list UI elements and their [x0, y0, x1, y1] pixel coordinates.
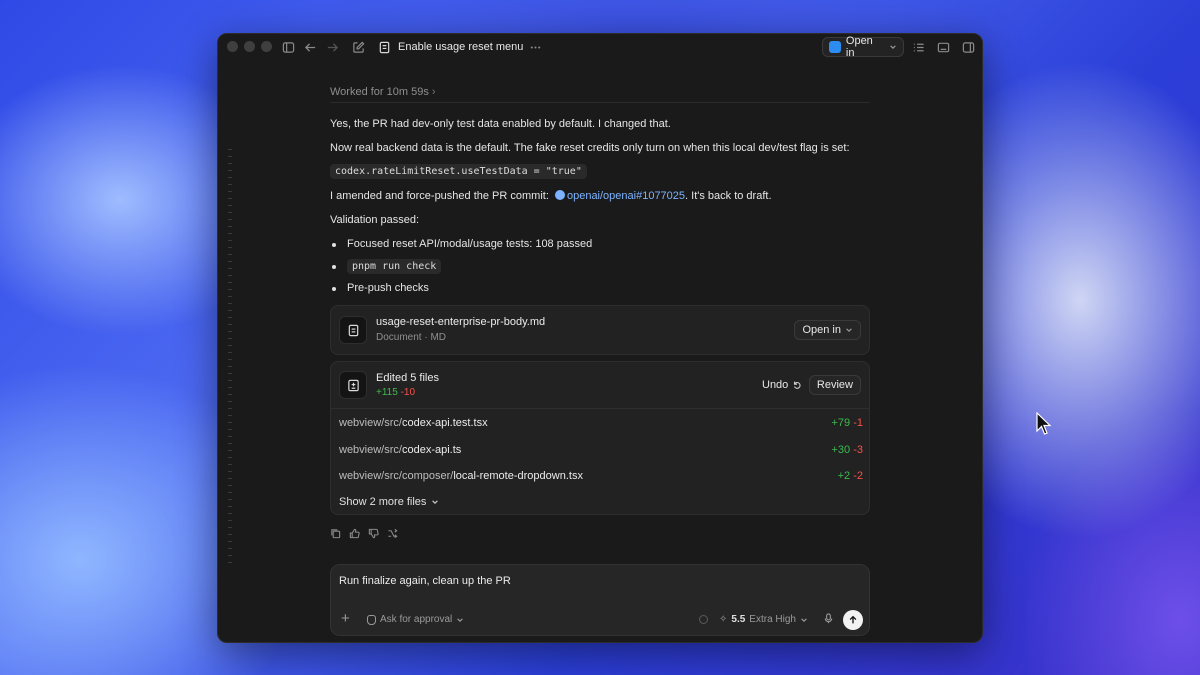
file-removed: -1 [853, 417, 863, 429]
github-icon [554, 190, 565, 200]
document-open-in-button[interactable]: Open in [794, 320, 861, 340]
file-removed: -3 [853, 444, 863, 456]
file-dir: webview/src/ [339, 417, 402, 429]
close-window-button[interactable] [227, 41, 238, 52]
message-paragraph: Now real backend data is the default. Th… [330, 142, 850, 154]
prompt-input[interactable]: Run finalize again, clean up the PR [339, 575, 511, 587]
chevron-down-icon [890, 45, 896, 49]
inline-code: codex.rateLimitReset.useTestData = "true… [330, 164, 587, 179]
bullet-item: Pre-push checks [347, 282, 429, 294]
file-added: +30 [831, 444, 851, 456]
sparkle-icon: ✧ [719, 614, 728, 625]
worked-duration[interactable]: Worked for 10m 59s › [330, 86, 436, 98]
mouse-cursor-icon [1036, 412, 1052, 435]
file-name: local-remote-dropdown.tsx [453, 470, 583, 482]
edited-files-title: Edited 5 files [376, 372, 439, 384]
copy-icon[interactable] [330, 526, 341, 544]
add-attachment-icon[interactable]: + [341, 611, 350, 626]
chevron-down-icon [846, 328, 852, 332]
more-options-icon[interactable] [527, 39, 543, 55]
open-in-label: Open in [845, 35, 873, 59]
terminal-panel-icon[interactable] [935, 39, 951, 55]
commit-text: I amended and force-pushed the PR commit… [330, 190, 549, 202]
zoom-window-button[interactable] [261, 41, 272, 52]
diff-icon [339, 371, 367, 399]
message-paragraph: Yes, the PR had dev-only test data enabl… [330, 118, 671, 130]
divider [331, 408, 869, 409]
edited-files-card: Edited 5 files +115 -10 Undo Review webv… [330, 361, 870, 515]
thumbs-up-icon[interactable] [349, 526, 360, 544]
show-more-label: Show 2 more files [339, 496, 427, 508]
new-chat-icon[interactable] [350, 39, 366, 55]
context-usage-icon[interactable] [699, 615, 708, 624]
file-name: codex-api.test.tsx [401, 417, 488, 429]
divider [330, 102, 870, 103]
model-version: 5.5 [731, 614, 746, 625]
checklist-icon[interactable] [910, 39, 926, 55]
file-document-icon [339, 316, 367, 344]
worked-duration-label: Worked for 10m 59s [330, 86, 429, 98]
document-meta: Document · MD [376, 332, 447, 343]
model-selector[interactable]: ✧ 5.5 Extra High [719, 614, 808, 625]
message-actions [330, 526, 398, 544]
undo-label: Undo [762, 379, 789, 391]
file-dir: webview/src/composer/ [339, 470, 454, 482]
inline-code: pnpm run check [347, 259, 442, 274]
file-name: codex-api.ts [401, 444, 462, 456]
minimize-window-button[interactable] [244, 41, 255, 52]
right-panel-icon[interactable] [960, 39, 976, 55]
open-in-button[interactable]: Open in [822, 35, 904, 59]
commit-suffix: . It's back to draft. [685, 190, 772, 202]
open-in-label: Open in [802, 324, 841, 336]
composer: Run finalize again, clean up the PR + As… [330, 564, 870, 636]
back-arrow-icon[interactable] [302, 39, 318, 55]
toggle-sidebar-icon[interactable] [280, 39, 296, 55]
hand-icon [367, 614, 376, 625]
file-row[interactable]: webview/src/codex-api.test.tsx +79 -1 [331, 411, 869, 437]
arrow-up-icon [849, 615, 857, 624]
file-dir: webview/src/ [339, 444, 402, 456]
send-button[interactable] [843, 610, 863, 630]
file-row[interactable]: webview/src/codex-api.ts +30 -3 [331, 438, 869, 464]
bullet-dot [332, 287, 336, 291]
message-paragraph: Validation passed: [330, 214, 420, 226]
document-icon [376, 39, 392, 55]
file-removed: -2 [853, 470, 863, 482]
chevron-down-icon [432, 500, 439, 504]
bullet-dot [332, 243, 336, 247]
microphone-icon[interactable] [823, 613, 834, 627]
document-card[interactable]: usage-reset-enterprise-pr-body.md Docume… [330, 305, 870, 355]
title-bar: Enable usage reset menu Open in [218, 34, 982, 60]
review-button[interactable]: Review [808, 375, 861, 395]
chevron-down-icon [457, 617, 464, 622]
total-removed: -10 [400, 387, 416, 398]
thread-title: Enable usage reset menu [398, 41, 524, 53]
window-controls [227, 41, 272, 52]
undo-icon [794, 381, 801, 389]
forward-arrow-icon[interactable] [324, 39, 340, 55]
fork-icon[interactable] [387, 526, 398, 544]
undo-button[interactable]: Undo [762, 379, 802, 391]
reasoning-effort: Extra High [749, 614, 796, 625]
scroll-ruler [228, 149, 232, 569]
app-window: Enable usage reset menu Open in Worked f… [217, 33, 983, 643]
chevron-right-icon: › [431, 86, 436, 98]
pr-link[interactable]: openai/openai#1077025 [567, 190, 685, 202]
thumbs-down-icon[interactable] [368, 526, 379, 544]
vscode-icon [829, 41, 841, 53]
file-added: +79 [831, 417, 851, 429]
chevron-down-icon [801, 617, 807, 622]
document-filename: usage-reset-enterprise-pr-body.md [376, 316, 546, 328]
approval-mode-dropdown[interactable]: Ask for approval [367, 614, 464, 625]
review-label: Review [816, 379, 853, 391]
message-paragraph: I amended and force-pushed the PR commit… [330, 190, 772, 202]
approval-label: Ask for approval [380, 614, 453, 625]
bullet-dot [332, 265, 336, 269]
total-added: +115 [376, 387, 398, 398]
show-more-files-button[interactable]: Show 2 more files [339, 496, 439, 508]
file-row[interactable]: webview/src/composer/local-remote-dropdo… [331, 464, 869, 490]
file-added: +2 [837, 470, 851, 482]
bullet-item: Focused reset API/modal/usage tests: 108… [347, 238, 593, 250]
